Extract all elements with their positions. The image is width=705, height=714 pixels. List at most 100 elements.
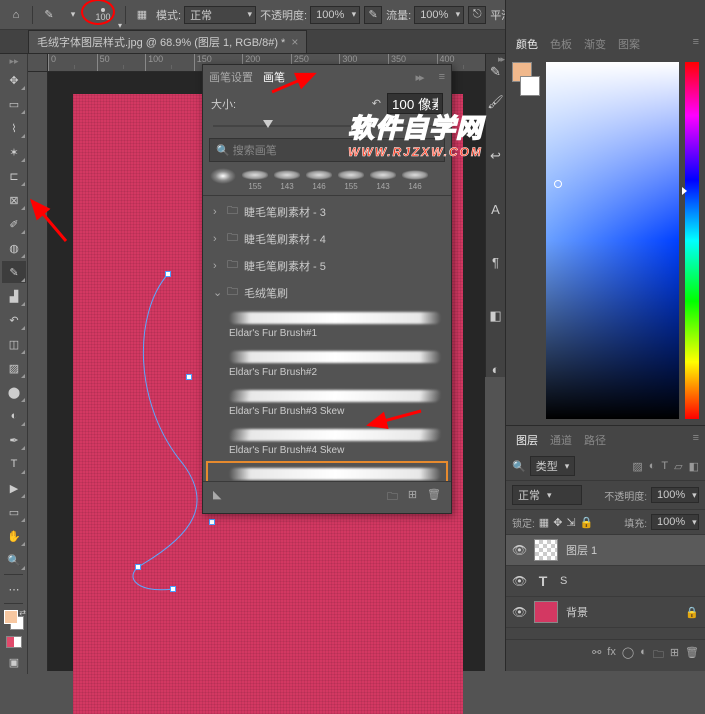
lock-position-icon[interactable]: ✥ — [553, 516, 562, 529]
new-brush-icon[interactable]: ⊞ — [408, 488, 417, 507]
brush-folder[interactable]: ⌄🗀毛绒笔刷 — [207, 279, 447, 306]
brush-tip-preset[interactable]: 146 — [305, 168, 333, 191]
blend-mode-select[interactable]: 正常 — [184, 6, 256, 24]
filter-shape-icon[interactable]: ▱ — [674, 460, 682, 473]
color-spectrum[interactable] — [546, 62, 679, 419]
document-tab[interactable]: 毛绒字体图层样式.jpg @ 68.9% (图层 1, RGB/8#) * × — [28, 30, 307, 53]
expand-icon[interactable]: ▸▸ — [498, 54, 503, 65]
collapse-icon[interactable]: ▸▸ — [2, 55, 26, 67]
healing-tool[interactable]: ◍ — [2, 237, 26, 259]
crop-tool[interactable]: ⊏ — [2, 165, 26, 187]
path-anchor[interactable] — [170, 586, 176, 592]
chevron-right-icon[interactable]: › — [213, 233, 221, 245]
adjustment-layer-icon[interactable]: ◐ — [640, 646, 647, 665]
new-group-icon[interactable]: 🗀 — [653, 646, 664, 665]
move-tool[interactable]: ✥ — [2, 69, 26, 91]
brush-folder[interactable]: ›🗀睫毛笔刷素材 - 3 — [207, 198, 447, 225]
chevron-right-icon[interactable]: › — [213, 206, 221, 218]
home-icon[interactable]: ⌂ — [6, 5, 26, 25]
color-swatches[interactable] — [512, 62, 540, 419]
swap-colors-icon[interactable]: ⇄ — [19, 608, 26, 617]
fill-select[interactable]: 100% — [651, 514, 699, 530]
panel-tab[interactable]: 颜色 — [516, 36, 538, 52]
marquee-tool[interactable]: ▭ — [2, 93, 26, 115]
filter-adjust-icon[interactable]: ◐ — [649, 460, 656, 473]
brush-tip-preset[interactable]: 143 — [273, 168, 301, 191]
brushes-panel-icon[interactable]: 🖌 — [487, 94, 504, 110]
search-icon[interactable]: 🔍 — [512, 460, 526, 473]
chevron-down-icon[interactable]: ⌄ — [213, 286, 221, 299]
layer-name[interactable]: 图层 1 — [566, 542, 597, 558]
history-icon[interactable]: ↩ — [490, 148, 501, 164]
layers-list[interactable]: 👁图层 1👁TS👁背景🔒 — [506, 535, 705, 639]
quick-mask-mode[interactable] — [2, 636, 25, 648]
vertical-ruler[interactable] — [28, 72, 48, 671]
filter-type-select[interactable]: 类型 — [530, 456, 576, 476]
type-tool[interactable]: T — [2, 453, 26, 475]
pressure-opacity-icon[interactable]: ✎ — [364, 6, 382, 24]
link-layers-icon[interactable]: ⚯ — [592, 646, 601, 665]
collapse-panel-icon[interactable]: ▸▸ — [416, 71, 423, 84]
brush-folder[interactable]: ›🗀睫毛笔刷素材 - 5 — [207, 252, 447, 279]
brush-panel-toggle-icon[interactable]: ▦ — [132, 5, 152, 25]
layer-thumbnail[interactable] — [534, 539, 558, 561]
brush-preset[interactable]: Eldar's Fur Brush#4 Skew — [207, 423, 447, 462]
brush-tip-preset[interactable]: 143 — [369, 168, 397, 191]
opacity-select[interactable]: 100% — [310, 6, 360, 24]
layer-name[interactable]: 背景 — [566, 604, 588, 620]
color-swatches[interactable]: ⇄ — [4, 610, 24, 630]
foreground-swatch[interactable] — [4, 610, 18, 624]
brush-search-input[interactable]: 🔍 搜索画笔 — [209, 138, 445, 162]
visibility-icon[interactable]: 👁 — [512, 574, 526, 588]
ruler-origin[interactable] — [28, 54, 48, 72]
properties-icon[interactable]: ◧ — [489, 308, 501, 324]
brush-tool[interactable]: ✎ — [2, 261, 26, 283]
filter-pixel-icon[interactable]: ▨ — [632, 460, 642, 473]
layer-row[interactable]: 👁图层 1 — [506, 535, 705, 566]
history-brush-tool[interactable]: ↶ — [2, 309, 26, 331]
panel-menu-icon[interactable]: ≡ — [439, 71, 445, 83]
panel-tab[interactable]: 路径 — [584, 432, 606, 448]
layer-style-icon[interactable]: fx — [607, 646, 616, 665]
gradient-tool[interactable]: ▨ — [2, 357, 26, 379]
delete-brush-icon[interactable]: 🗑 — [427, 488, 441, 507]
flow-select[interactable]: 100% — [414, 6, 464, 24]
brushes-tab[interactable]: 画笔 — [263, 69, 285, 85]
layer-row[interactable]: 👁TS — [506, 566, 705, 597]
new-layer-icon[interactable]: ⊞ — [670, 646, 679, 665]
preview-toggle-icon[interactable]: ◣ — [213, 488, 221, 507]
brush-tip-preset[interactable]: 146 — [401, 168, 429, 191]
path-select-tool[interactable]: ▶ — [2, 477, 26, 499]
close-icon[interactable]: × — [291, 35, 298, 49]
blur-tool[interactable]: ⬤ — [2, 381, 26, 403]
chevron-down-icon[interactable]: ▾ — [63, 5, 83, 25]
brush-folder[interactable]: ›🗀睫毛笔刷素材 - 4 — [207, 225, 447, 252]
paragraph-icon[interactable]: ¶ — [492, 255, 499, 270]
brush-tip-preset[interactable]: 155 — [337, 168, 365, 191]
filter-smart-icon[interactable]: ◧ — [689, 460, 699, 473]
visibility-icon[interactable]: 👁 — [512, 605, 526, 619]
path-anchor[interactable] — [135, 564, 141, 570]
hand-tool[interactable]: ✋ — [2, 525, 26, 547]
dodge-tool[interactable]: ◐ — [2, 405, 26, 427]
panel-tab[interactable]: 图层 — [516, 432, 538, 448]
layer-name[interactable]: S — [560, 575, 567, 587]
airbrush-icon[interactable]: ⎋ — [468, 6, 486, 24]
brush-tip-preset[interactable]: 155 — [241, 168, 269, 191]
brush-preset[interactable]: Eldar's Fur Brush#5 — [207, 462, 447, 481]
zoom-tool[interactable]: 🔍 — [2, 549, 26, 571]
brush-settings-icon[interactable]: ✎ — [490, 64, 501, 80]
path-anchor[interactable] — [209, 519, 215, 525]
path-anchor[interactable] — [186, 374, 192, 380]
layer-row[interactable]: 👁背景🔒 — [506, 597, 705, 628]
pen-tool[interactable]: ✒ — [2, 429, 26, 451]
shape-tool[interactable]: ▭ — [2, 501, 26, 523]
flip-reset-icon[interactable]: ↶ — [372, 97, 381, 110]
brush-preset-picker[interactable]: 100 ▾ — [87, 1, 119, 29]
panel-tab[interactable]: 渐变 — [584, 36, 606, 52]
adjustments-icon[interactable]: ◐ — [492, 362, 500, 377]
brush-tip-preset[interactable] — [209, 168, 237, 191]
lasso-tool[interactable]: ⌇ — [2, 117, 26, 139]
brush-preset[interactable]: Eldar's Fur Brush#1 — [207, 306, 447, 345]
layer-opacity-select[interactable]: 100% — [651, 487, 699, 503]
